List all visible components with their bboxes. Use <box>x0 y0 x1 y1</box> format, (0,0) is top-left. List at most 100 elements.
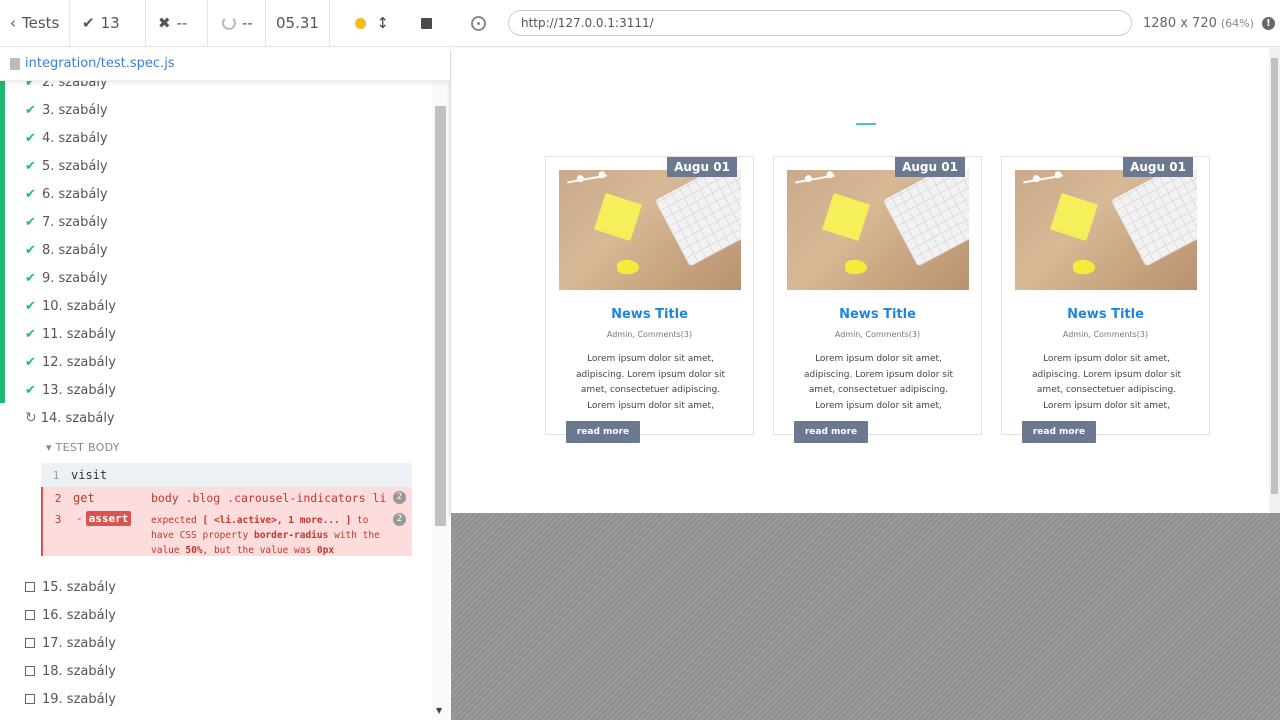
sticky-note-graphic <box>1050 193 1098 241</box>
test-item[interactable]: ✔ 6. szabály <box>25 180 108 208</box>
paper-ball-graphic <box>845 260 867 274</box>
reporter-scroll-thumb[interactable] <box>435 106 446 526</box>
test-body-header[interactable]: ▾ TEST BODY <box>46 441 120 454</box>
news-card: Augu 01 News Title Admin, Comments(3) Lorem… <box>1001 156 1210 443</box>
test-label: 2. szabály <box>42 81 108 90</box>
selector-playground-icon[interactable] <box>471 15 486 31</box>
stop-button[interactable] <box>421 17 432 29</box>
info-icon[interactable]: ! <box>1261 16 1275 30</box>
scroll-down-arrow-icon[interactable]: ▼ <box>436 706 442 715</box>
check-icon: ✔ <box>25 158 36 174</box>
test-item[interactable]: ✔ 10. szabály <box>25 292 116 320</box>
news-excerpt: Lorem ipsum dolor sit amet, adipiscing. … <box>1032 354 1181 411</box>
test-label: 4. szabály <box>42 130 108 146</box>
test-item[interactable]: ✔ 8. szabály <box>25 236 108 264</box>
earbuds-graphic <box>795 174 835 184</box>
news-excerpt: Lorem ipsum dolor sit amet, adipiscing. … <box>576 354 725 411</box>
check-icon: ✔ <box>25 382 36 398</box>
test-list: ✔ 2. szabály ✔ 3. szabály ✔ 4. szabály ✔ 5. sza… <box>0 81 432 720</box>
aut-scroll-thumb[interactable] <box>1271 58 1278 494</box>
test-item[interactable]: ✔ 7. szabály <box>25 208 108 236</box>
news-card: Augu 01 News Title Admin, Comments(3) Lorem… <box>545 156 754 443</box>
command-visit[interactable]: 1 visit <box>41 463 412 487</box>
test-item[interactable]: 19. szabály <box>25 685 116 713</box>
url-bar[interactable]: http://127.0.0.1:3111/ <box>508 10 1132 36</box>
test-item[interactable]: 17. szabály <box>25 629 116 657</box>
test-item[interactable]: ✔ 3. szabály <box>25 96 108 124</box>
viewport-scale: (64%) <box>1220 16 1254 30</box>
duration: 05.31 <box>266 0 330 47</box>
read-more-button[interactable]: read more <box>1022 421 1096 443</box>
x-icon: ✖ <box>158 14 171 32</box>
test-item[interactable]: ✔ 2. szabály <box>25 81 108 96</box>
news-image <box>1015 170 1197 290</box>
test-label: 18. szabály <box>42 663 116 679</box>
test-label: 17. szabály <box>42 635 116 651</box>
news-meta: Admin, Comments(3) <box>834 330 921 339</box>
pending-box-icon <box>25 582 35 592</box>
pending-box-icon <box>25 610 35 620</box>
passed-count: ✔ 13 <box>70 0 146 47</box>
check-icon: ✔ <box>25 214 36 230</box>
news-title[interactable]: News Title <box>1002 307 1209 322</box>
news-title[interactable]: News Title <box>546 307 753 322</box>
passed-rail <box>0 81 5 403</box>
test-item[interactable]: ✔ 12. szabály <box>25 348 116 376</box>
test-label: 15. szabály <box>42 579 116 595</box>
pending-count: -- <box>208 0 266 47</box>
test-label: 19. szabály <box>42 691 116 707</box>
test-label: 11. szabály <box>42 326 116 342</box>
paper-ball-graphic <box>1073 260 1095 274</box>
auto-scroll-toggle-icon[interactable]: ↕ <box>376 14 389 32</box>
test-reporter: ‹ Tests ✔ 13 ✖ -- -- 05.31 ↕ integration… <box>0 0 450 720</box>
test-item[interactable]: 18. szabály <box>25 657 116 685</box>
spec-file-bar: integration/test.spec.js <box>0 47 450 81</box>
assert-tag: assert <box>85 511 132 526</box>
run-controls: ↕ <box>330 0 450 47</box>
test-item[interactable]: ✔ 9. szabály <box>25 264 108 292</box>
read-more-button[interactable]: read more <box>794 421 868 443</box>
test-item[interactable]: ↻ 14. szabály <box>25 404 115 432</box>
aut-header: http://127.0.0.1:3111/ 1280 x 720 (64%) … <box>451 0 1280 47</box>
spec-file-link[interactable]: integration/test.spec.js <box>25 56 175 71</box>
test-item[interactable]: ✔ 5. szabály <box>25 152 108 180</box>
read-more-button[interactable]: read more <box>566 421 640 443</box>
test-label: 7. szabály <box>42 214 108 230</box>
test-item[interactable]: ✔ 13. szabály <box>25 376 116 404</box>
pending-box-icon <box>25 638 35 648</box>
keyboard-graphic <box>882 170 969 267</box>
test-label: 10. szabály <box>42 298 116 314</box>
failed-count: ✖ -- <box>146 0 208 47</box>
check-icon: ✔ <box>82 14 95 32</box>
check-icon: ✔ <box>25 354 36 370</box>
app-preview-frame: Augu 01 News Title Admin, Comments(3) Lorem… <box>451 48 1280 513</box>
test-item[interactable]: 15. szabály <box>25 573 116 601</box>
test-label: 6. szabály <box>42 186 108 202</box>
test-label: 13. szabály <box>42 382 116 398</box>
news-card: Augu 01 News Title Admin, Comments(3) Lorem… <box>773 156 982 443</box>
aut-empty-area <box>451 513 1280 720</box>
command-get[interactable]: 2 get body .blog .carousel-indicators li… <box>41 487 412 509</box>
check-icon: ✔ <box>25 298 36 314</box>
test-label: 8. szabály <box>42 242 108 258</box>
sticky-note-graphic <box>594 193 642 241</box>
news-excerpt: Lorem ipsum dolor sit amet, adipiscing. … <box>804 354 953 411</box>
date-badge: Augu 01 <box>895 157 965 177</box>
earbuds-graphic <box>567 174 607 184</box>
test-item[interactable]: ✔ 11. szabály <box>25 320 116 348</box>
test-label: 14. szabály <box>40 410 115 426</box>
check-icon: ✔ <box>25 270 36 286</box>
command-assert[interactable]: 3 - assert expected [ <li.active>, 1 more… <box>41 509 412 556</box>
news-image <box>559 170 741 290</box>
test-item[interactable]: ✔ 4. szabály <box>25 124 108 152</box>
news-title[interactable]: News Title <box>774 307 981 322</box>
test-item[interactable]: 16. szabály <box>25 601 116 629</box>
check-icon: ✔ <box>25 326 36 342</box>
pending-ring-icon <box>222 16 236 30</box>
check-icon: ✔ <box>25 186 36 202</box>
check-icon: ✔ <box>25 102 36 118</box>
date-badge: Augu 01 <box>667 157 737 177</box>
tests-back-button[interactable]: ‹ Tests <box>0 0 70 47</box>
pending-box-icon <box>25 666 35 676</box>
tests-label: Tests <box>22 14 60 32</box>
